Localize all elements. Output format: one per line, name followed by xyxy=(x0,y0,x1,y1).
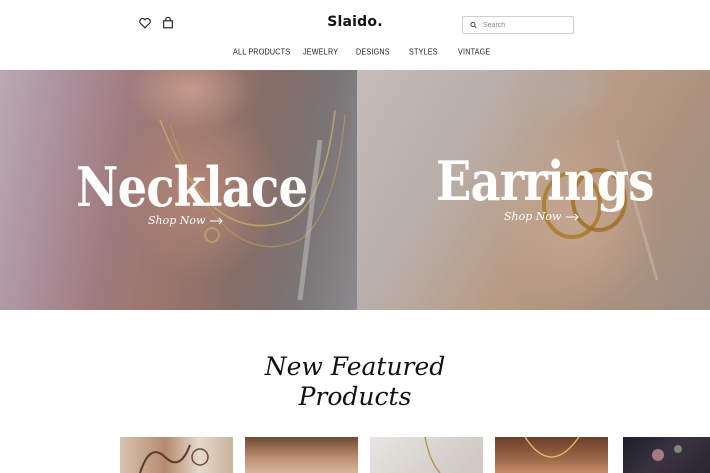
hero-title-necklace: Necklace xyxy=(76,155,308,219)
product-thumb[interactable] xyxy=(245,437,358,473)
featured-product-list xyxy=(0,437,710,473)
search-box[interactable] xyxy=(462,16,574,34)
nav-item-all-products[interactable]: ALL PRODUCTS xyxy=(233,46,290,56)
product-thumb[interactable] xyxy=(370,437,483,473)
shop-now-necklace-link[interactable]: Shop Now xyxy=(148,214,224,227)
main-nav: ALL PRODUCTS JEWELRY DESIGNS STYLES VINT… xyxy=(0,46,710,59)
nav-item-vintage[interactable]: VINTAGE xyxy=(458,46,490,56)
search-icon xyxy=(470,21,477,29)
featured-heading: New Featured Products xyxy=(0,352,710,412)
product-thumb[interactable] xyxy=(495,437,608,473)
arrow-right-icon xyxy=(210,217,224,224)
featured-heading-line2: Products xyxy=(298,382,412,411)
hero-panel-earrings[interactable]: Earrings Shop Now xyxy=(357,70,710,310)
site-header: Slaido. ALL PRODUCTS JEWELRY DESIGNS STY… xyxy=(0,0,710,70)
shop-now-label: Shop Now xyxy=(148,214,206,227)
arrow-right-icon xyxy=(566,213,580,220)
search-input[interactable] xyxy=(483,21,573,29)
hero-banner: Necklace Shop Now Earrings Shop Now xyxy=(0,70,710,310)
shop-now-earrings-link[interactable]: Shop Now xyxy=(504,210,580,223)
site-logo[interactable]: Slaido. xyxy=(0,14,710,30)
nav-item-designs[interactable]: DESIGNS xyxy=(356,46,390,56)
product-thumb[interactable] xyxy=(623,437,710,473)
nav-item-styles[interactable]: STYLES xyxy=(409,46,438,56)
product-thumb[interactable] xyxy=(120,437,233,473)
hero-title-earrings: Earrings xyxy=(436,149,654,213)
nav-item-jewelry[interactable]: JEWELRY xyxy=(303,46,338,56)
shop-now-label: Shop Now xyxy=(504,210,562,223)
hero-panel-necklace[interactable]: Necklace Shop Now xyxy=(0,70,357,310)
featured-heading-line1: New Featured xyxy=(264,352,446,381)
